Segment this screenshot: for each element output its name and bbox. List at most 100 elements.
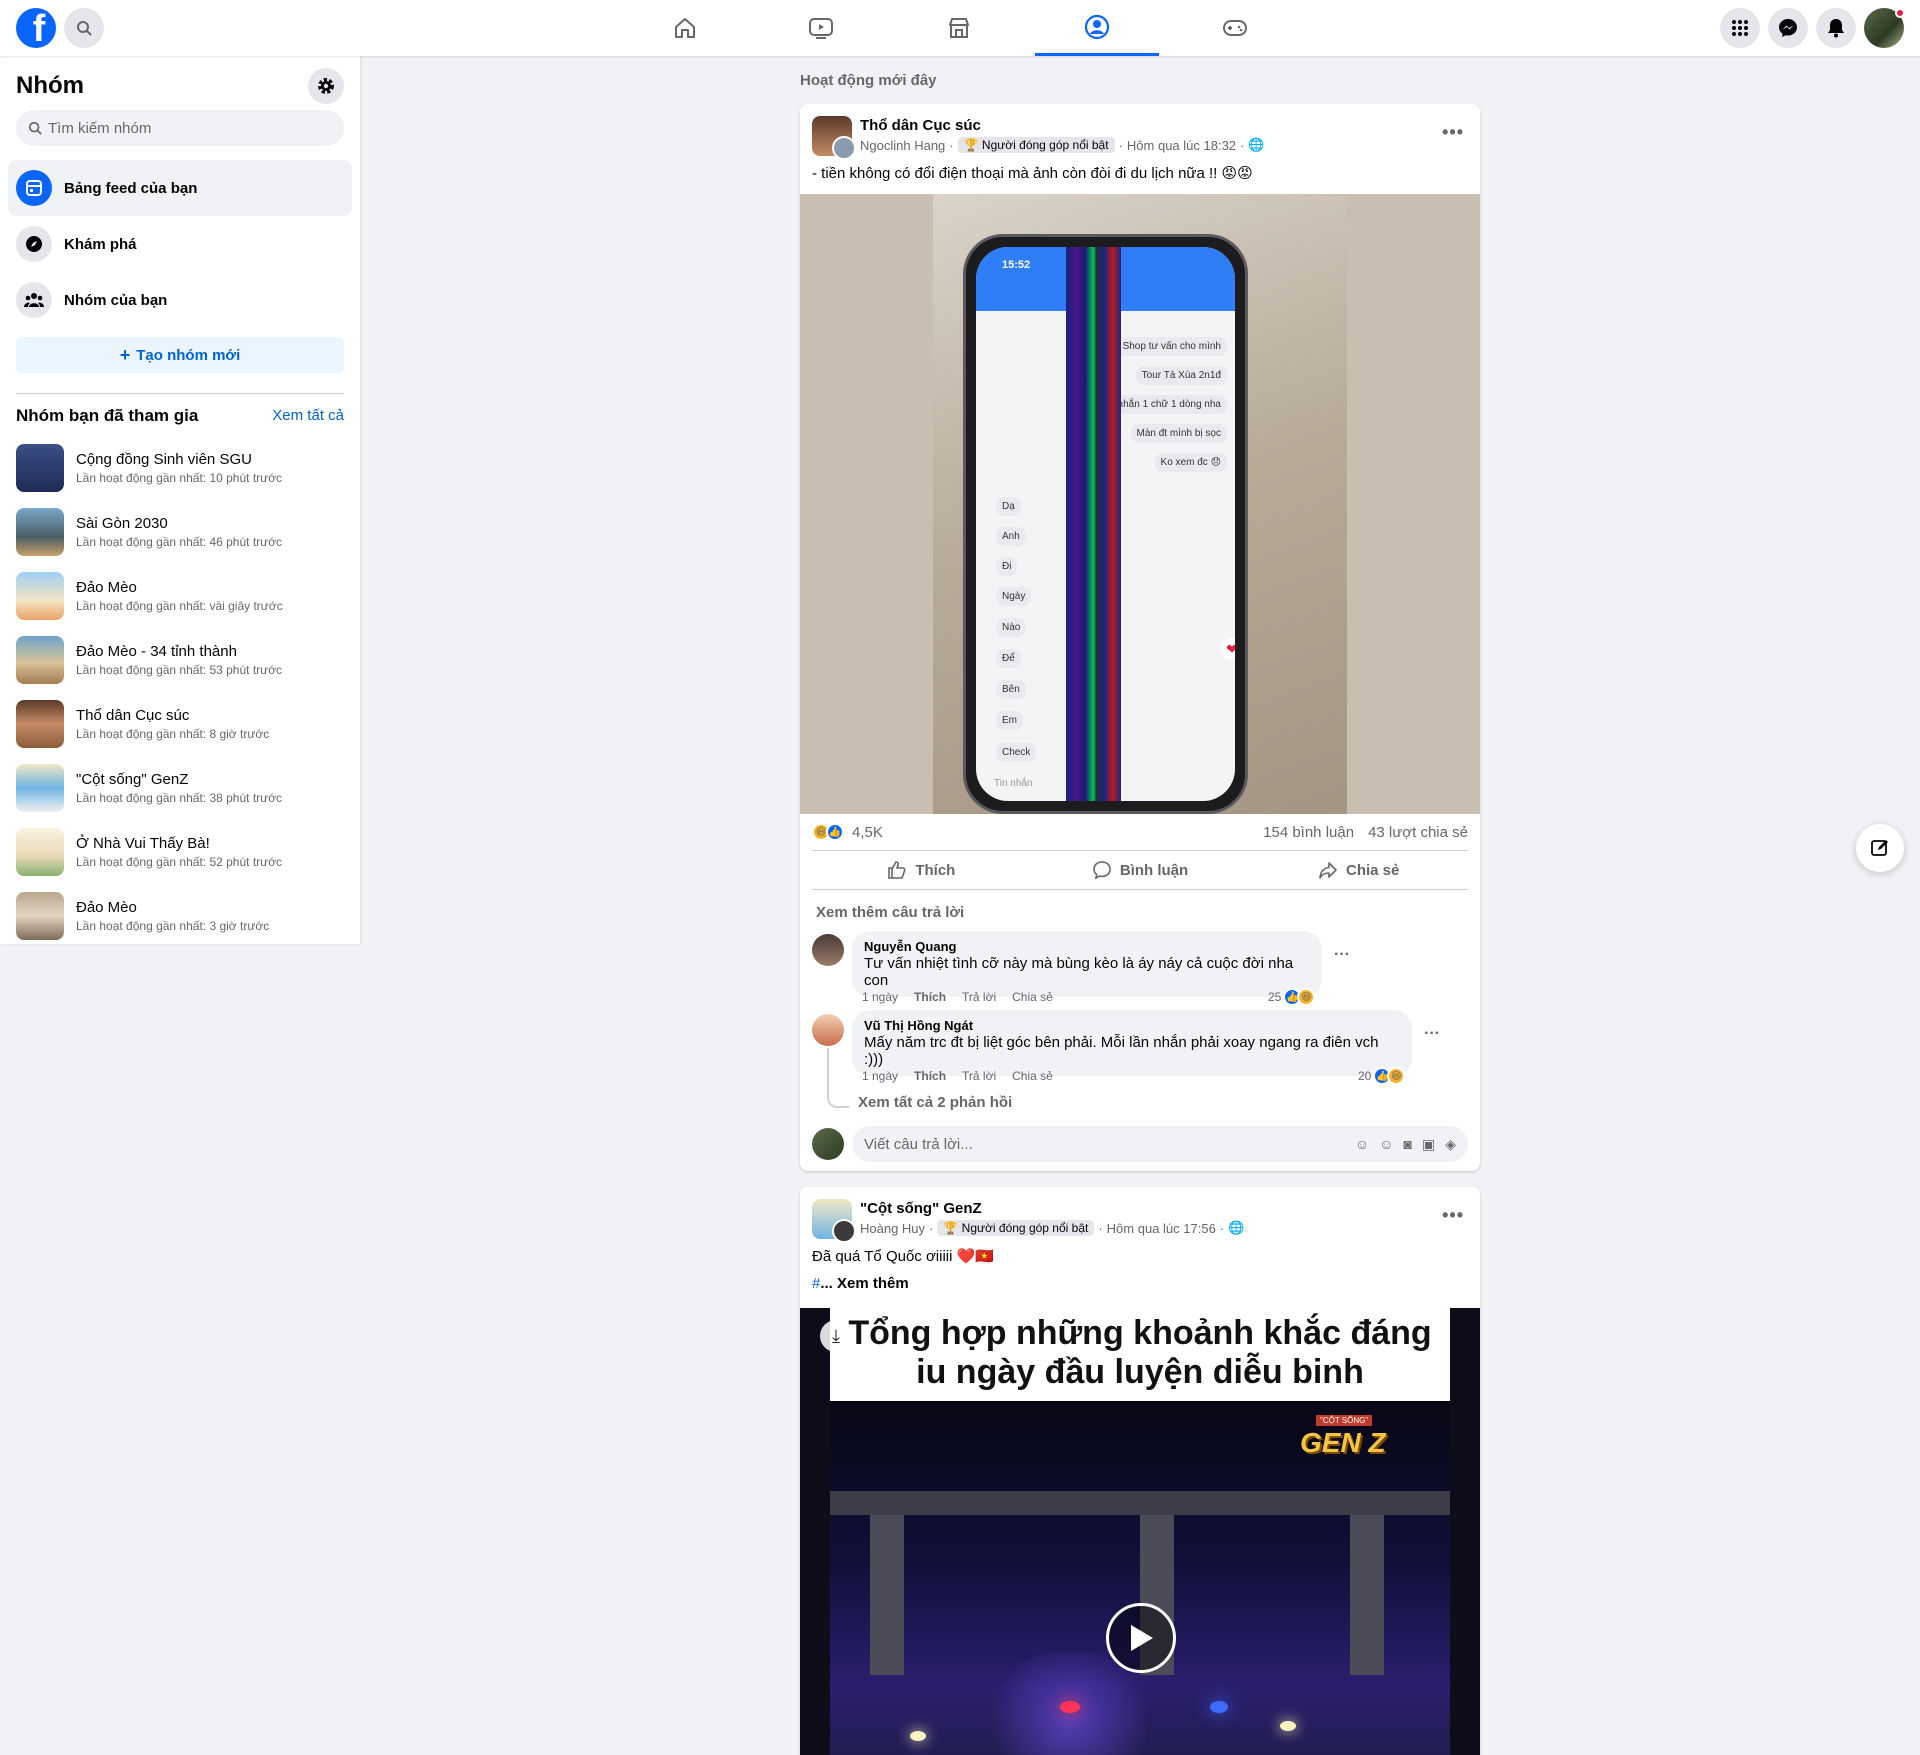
more-options-icon[interactable]: ••• [1442,122,1464,143]
commenter-avatar[interactable] [812,934,844,966]
group-item[interactable]: Ở Nhà Vui Thấy Bà! Lần hoạt động gần nhất… [16,824,346,880]
comment-more-icon[interactable]: ··· [1424,1025,1440,1043]
comment-time[interactable]: 1 ngày [862,990,898,1004]
comment-button[interactable]: Bình luận [1031,851,1250,889]
camera-icon[interactable]: ◙ [1404,1136,1412,1153]
post-meta: Hoàng Huy · 🏆 Người đóng góp nổi bật · H… [860,1220,1244,1236]
sticker-icon[interactable]: ◈ [1445,1136,1456,1153]
search-placeholder: Tìm kiếm nhóm [48,119,152,137]
group-last-active: Lần hoạt động gần nhất: 38 phút trước [76,791,283,805]
more-options-icon[interactable]: ••• [1442,1205,1464,1226]
group-item[interactable]: Cộng đồng Sinh viên SGU Lần hoạt động gần… [16,440,346,496]
post-time[interactable]: Hôm qua lúc 18:32 [1127,138,1236,153]
post-group-name[interactable]: Thổ dân Cục súc [860,117,981,134]
separator: · [949,137,954,153]
see-all-link[interactable]: Xem tất cả [272,407,344,424]
emoji-icon[interactable]: ☺ [1379,1136,1393,1153]
gif-icon[interactable]: ▣ [1422,1136,1435,1153]
like-button[interactable]: Thích [812,851,1031,889]
comment-share-button[interactable]: Chia sẻ [1012,990,1053,1004]
chat-message: Anh [996,527,1026,546]
comment-reply-button[interactable]: Trả lời [962,990,996,1004]
group-item[interactable]: Đảo Mèo Lần hoạt động gần nhất: 3 giờ trư… [16,888,346,944]
comment-count[interactable]: 154 bình luận [1263,824,1354,841]
search-icon[interactable] [64,8,104,48]
comment-like-button[interactable]: Thích [914,1069,946,1083]
groups-icon[interactable] [1035,0,1159,56]
home-icon[interactable] [623,0,747,56]
comment-reactions[interactable]: 20 👍 😆 [1358,1067,1406,1085]
post-actions: Thích Bình luận Chia sẻ [812,850,1468,890]
sidebar-item-feed[interactable]: Bảng feed của bạn [8,160,352,216]
commenter-avatar[interactable] [812,1014,844,1046]
group-item[interactable]: Đảo Mèo Lần hoạt động gần nhất: vài giây … [16,568,346,624]
facebook-logo[interactable]: f [16,8,56,48]
post-video[interactable]: Tổng hợp những khoảnh khắc đáng iu ngày … [800,1308,1480,1755]
reaction-count[interactable]: 4,5K [852,824,883,841]
create-group-button[interactable]: + Tạo nhóm mới [16,337,344,373]
see-more-replies-link[interactable]: Xem thêm câu trả lời [816,904,964,921]
reply-thread-line [827,1048,849,1108]
group-item[interactable]: Đảo Mèo - 34 tỉnh thành Lần hoạt động gần… [16,632,346,688]
post-group-name[interactable]: "Cột sống" GenZ [860,1200,982,1217]
people-icon [16,282,52,318]
badge-label: Người đóng góp nổi bật [981,138,1109,152]
separator: · [1219,1220,1225,1236]
sidebar-item-your-groups[interactable]: Nhóm của bạn [8,272,352,328]
marketplace-icon[interactable] [897,0,1021,56]
separator: · [1118,137,1123,153]
see-all-replies-link[interactable]: Xem tất cả 2 phản hồi [858,1094,1012,1111]
notifications-icon[interactable] [1816,8,1856,48]
comment-reply-button[interactable]: Trả lời [962,1069,996,1083]
comment-reactions[interactable]: 25 👍 😆 [1268,988,1316,1006]
comment-like-button[interactable]: Thích [914,990,946,1004]
group-last-active: Lần hoạt động gần nhất: vài giây trước [76,599,283,613]
group-item[interactable]: Thổ dân Cục súc Lần hoạt động gần nhất: 8… [16,696,346,752]
badge-label: Người đóng góp nổi bật [961,1221,1089,1235]
group-item[interactable]: Sài Gòn 2030 Lần hoạt động gần nhất: 46 p… [16,504,346,560]
comment-more-icon[interactable]: ··· [1334,946,1350,964]
group-thumbnail [16,764,64,812]
comment-share-button[interactable]: Chia sẻ [1012,1069,1053,1083]
post-time[interactable]: Hôm qua lúc 17:56 [1107,1221,1216,1236]
notification-badge [1895,8,1905,18]
gaming-icon[interactable] [1173,0,1297,56]
comment-text: Tư vấn nhiệt tình cỡ này mà bùng kèo là … [864,955,1294,989]
post-author[interactable]: Ngoclinh Hang [860,138,945,153]
commenter-name[interactable]: Nguyễn Quang [864,939,1310,954]
compose-icon[interactable] [1856,824,1904,872]
chat-message: Em [996,711,1023,730]
author-avatar[interactable] [832,136,856,160]
video-icon[interactable] [759,0,883,56]
avatar-sticker-icon[interactable]: ☺ [1355,1136,1369,1153]
group-thumbnail [16,700,64,748]
share-count[interactable]: 43 lượt chia sẻ [1368,824,1468,841]
phone-photo: 15:52 Shop tư vấn cho mình Tour Tà Xùa 2… [933,194,1347,814]
post-image[interactable]: 15:52 Shop tư vấn cho mình Tour Tà Xùa 2… [800,194,1480,814]
post-text: - tiền không có đổi điện thoại mà ảnh cò… [812,165,1253,182]
globe-icon: 🌐 [1228,1220,1245,1235]
gear-icon[interactable] [308,68,344,104]
overpass [830,1491,1450,1515]
share-label: Chia sẻ [1346,861,1400,879]
messenger-icon[interactable] [1768,8,1808,48]
group-search-input[interactable]: Tìm kiếm nhóm [16,110,344,146]
see-more-link[interactable]: ... Xem thêm [820,1275,908,1292]
reply-input[interactable]: Viết câu trả lời... ☺ ☺ ◙ ▣ ◈ [852,1126,1468,1162]
download-icon[interactable]: ⤓ [820,1320,852,1352]
haha-icon: 😆 [1387,1067,1406,1085]
share-button[interactable]: Chia sẻ [1249,851,1468,889]
channel-logo: GEN Z [1300,1427,1386,1458]
post-author[interactable]: Hoàng Huy [860,1221,925,1236]
reaction-icons[interactable]: 😆 👍 [812,823,844,841]
author-avatar[interactable] [832,1219,856,1243]
comment-actions: 1 ngày Thích Trả lời Chia sẻ [862,990,1053,1004]
menu-grid-icon[interactable] [1720,8,1760,48]
comment-time[interactable]: 1 ngày [862,1069,898,1083]
sidebar-item-discover[interactable]: Khám phá [8,216,352,272]
group-item[interactable]: "Cột sống" GenZ Lần hoạt động gần nhất: 3… [16,760,346,816]
commenter-name[interactable]: Vũ Thị Hồng Ngát [864,1018,1400,1033]
play-icon[interactable] [1106,1603,1176,1673]
post-card: "Cột sống" GenZ Hoàng Huy · 🏆 Người đóng… [800,1187,1480,1755]
group-thumbnail [16,572,64,620]
